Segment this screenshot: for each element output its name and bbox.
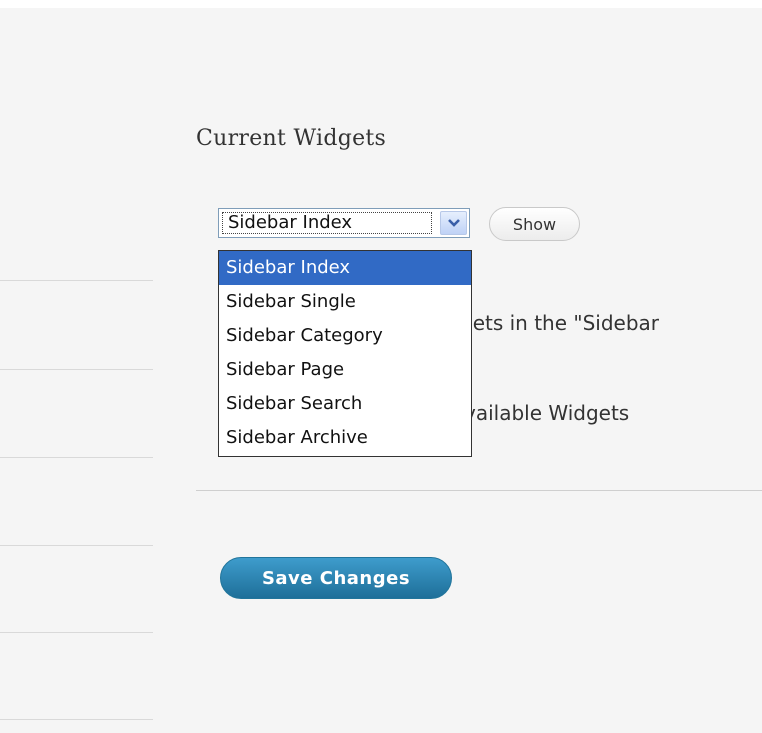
option-sidebar-index[interactable]: Sidebar Index (219, 251, 471, 285)
left-column-separators (0, 8, 160, 733)
widgets-description-text: gets in the "Sidebar (460, 311, 660, 335)
option-sidebar-search[interactable]: Sidebar Search (219, 387, 471, 421)
sidebar-select[interactable]: Sidebar Index (218, 208, 470, 238)
left-divider (0, 280, 153, 281)
option-sidebar-archive[interactable]: Sidebar Archive (219, 421, 471, 455)
option-sidebar-page[interactable]: Sidebar Page (219, 353, 471, 387)
save-changes-button[interactable]: Save Changes (220, 557, 452, 599)
select-dropdown-button[interactable] (440, 211, 467, 235)
option-sidebar-category[interactable]: Sidebar Category (219, 319, 471, 353)
section-divider (196, 490, 762, 491)
option-sidebar-single[interactable]: Sidebar Single (219, 285, 471, 319)
show-button[interactable]: Show (489, 207, 580, 241)
left-divider (0, 719, 153, 720)
available-widgets-text: vailable Widgets (464, 401, 630, 425)
chevron-down-icon (447, 219, 460, 227)
left-divider (0, 632, 153, 633)
left-divider (0, 457, 153, 458)
top-strip (0, 0, 762, 8)
sidebar-select-value: Sidebar Index (222, 212, 432, 234)
left-divider (0, 369, 153, 370)
section-heading: Current Widgets (196, 126, 387, 151)
sidebar-dropdown-list[interactable]: Sidebar Index Sidebar Single Sidebar Cat… (218, 250, 472, 457)
left-divider (0, 545, 153, 546)
